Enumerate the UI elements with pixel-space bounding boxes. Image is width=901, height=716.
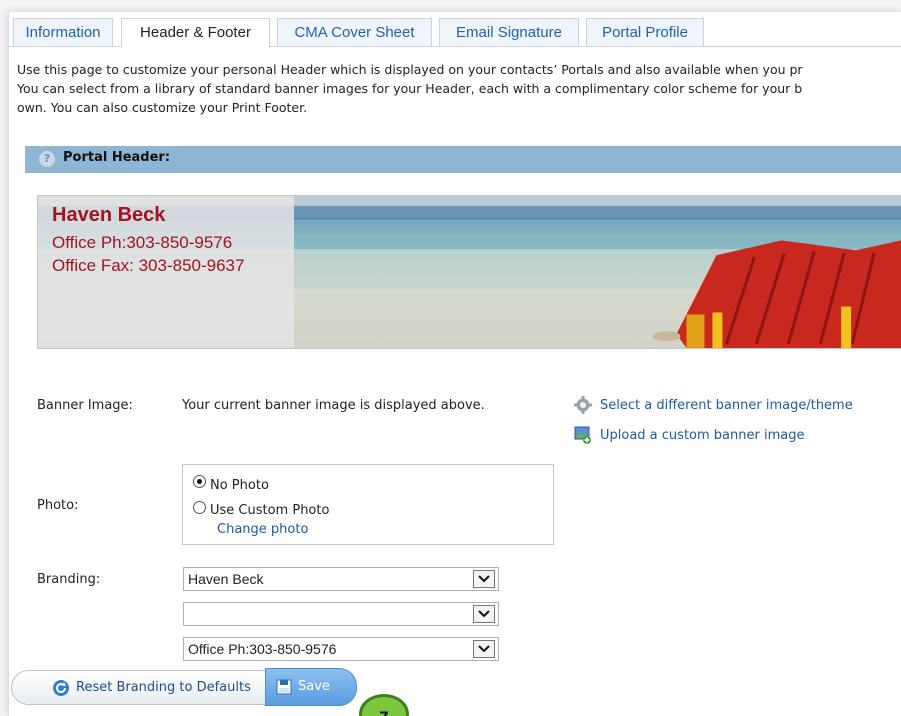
portal-header-section: ? Portal Header: (25, 146, 901, 173)
banner-preview: Haven Beck Office Ph:303-850-9576 Office… (37, 195, 901, 349)
photo-options: No Photo Use Custom Photo Change photo (182, 464, 554, 545)
gear-icon (574, 396, 592, 414)
save-icon (276, 679, 292, 695)
tab-bar: Information Header & Footer CMA Cover Sh… (9, 12, 901, 48)
custom-photo-label: Use Custom Photo (210, 503, 330, 518)
intro-line-1: Use this page to customize your personal… (17, 62, 803, 77)
reset-branding-button[interactable]: Reset Branding to Defaults (11, 670, 273, 705)
tab-header-footer[interactable]: Header & Footer (121, 18, 270, 48)
image-add-icon (574, 426, 592, 444)
help-icon[interactable]: ? (39, 151, 55, 167)
intro-line-3: own. You can also customize your Print F… (17, 100, 308, 115)
select-banner-link[interactable]: Select a different banner image/theme (600, 398, 853, 413)
intro-text: Use this page to customize your personal… (17, 60, 901, 117)
change-photo-link[interactable]: Change photo (217, 522, 308, 537)
banner-image-label: Banner Image: (37, 398, 133, 413)
chevron-down-icon (473, 570, 495, 588)
save-button[interactable]: Save (265, 668, 357, 706)
section-title: Portal Header: (63, 150, 171, 165)
branding-select-2[interactable] (183, 602, 499, 626)
tab-cma-cover-sheet[interactable]: CMA Cover Sheet (277, 18, 432, 46)
reset-icon (53, 680, 69, 696)
no-photo-radio[interactable] (193, 475, 206, 488)
banner-name: Haven Beck (52, 204, 166, 226)
upload-banner-link[interactable]: Upload a custom banner image (600, 428, 804, 443)
banner-image-text: Your current banner image is displayed a… (182, 398, 485, 413)
tab-information[interactable]: Information (13, 18, 113, 46)
no-photo-label: No Photo (210, 478, 269, 493)
reset-branding-label: Reset Branding to Defaults (76, 680, 251, 695)
branding-select-1[interactable]: Haven Beck (183, 567, 499, 591)
banner-fax: Office Fax: 303-850-9637 (52, 256, 245, 275)
tab-email-signature[interactable]: Email Signature (439, 18, 579, 46)
banner-phone: Office Ph:303-850-9576 (52, 233, 233, 252)
tab-portal-profile[interactable]: Portal Profile (586, 18, 704, 46)
branding-select-3[interactable]: Office Ph:303-850-9576 (183, 637, 499, 661)
custom-photo-radio[interactable] (193, 501, 206, 514)
step-badge-number: 7 (362, 710, 406, 716)
settings-panel: Information Header & Footer CMA Cover Sh… (8, 12, 901, 716)
save-label: Save (298, 679, 330, 694)
intro-line-2: You can select from a library of standar… (17, 81, 803, 96)
branding-label: Branding: (37, 572, 101, 587)
branding-select-1-value: Haven Beck (188, 571, 264, 587)
photo-label: Photo: (37, 498, 79, 513)
banner-contact-panel: Haven Beck Office Ph:303-850-9576 Office… (38, 196, 294, 348)
branding-select-3-value: Office Ph:303-850-9576 (188, 641, 337, 657)
chevron-down-icon (473, 640, 495, 658)
chevron-down-icon (473, 605, 495, 623)
